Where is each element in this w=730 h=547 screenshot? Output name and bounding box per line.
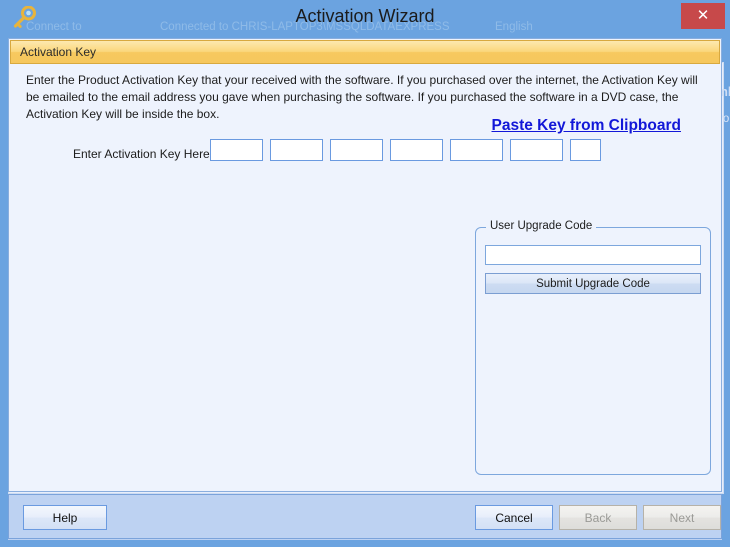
user-upgrade-code-group: User Upgrade Code Submit Upgrade Code — [475, 220, 711, 475]
instructions-text: Enter the Product Activation Key that yo… — [26, 73, 698, 121]
activation-key-segment-6[interactable] — [510, 139, 563, 161]
next-button[interactable]: Next — [643, 505, 721, 530]
activation-key-input-group — [210, 139, 601, 161]
activation-key-segment-1[interactable] — [210, 139, 263, 161]
submit-upgrade-code-button[interactable]: Submit Upgrade Code — [485, 273, 701, 294]
activation-key-segment-5[interactable] — [450, 139, 503, 161]
user-upgrade-code-legend: User Upgrade Code — [486, 220, 597, 232]
activation-key-segment-2[interactable] — [270, 139, 323, 161]
activation-key-segment-7[interactable] — [570, 139, 601, 161]
dialog-footer: Help Cancel Back Next — [8, 494, 722, 539]
cancel-button[interactable]: Cancel — [475, 505, 553, 530]
section-header-activation-key: Activation Key — [10, 40, 720, 64]
activation-key-segment-3[interactable] — [330, 139, 383, 161]
activation-wizard-window: Connect to Connected to CHRIS-LAPTOP3\MS… — [0, 0, 730, 547]
activation-key-segment-4[interactable] — [390, 139, 443, 161]
upgrade-code-input[interactable] — [485, 245, 701, 265]
activation-wizard-dialog: Activation Wizard ✕ Activation Key Enter… — [0, 0, 730, 547]
close-icon[interactable]: ✕ — [681, 3, 725, 29]
paste-key-from-clipboard-link[interactable]: Paste Key from Clipboard — [492, 117, 682, 135]
window-title: Activation Wizard — [295, 6, 435, 26]
activation-key-label: Enter Activation Key Here: — [73, 147, 214, 161]
dialog-body: Activation Key Enter the Product Activat… — [8, 38, 722, 492]
title-bar: Activation Wizard ✕ — [0, 0, 730, 36]
help-button[interactable]: Help — [23, 505, 107, 530]
back-button[interactable]: Back — [559, 505, 637, 530]
